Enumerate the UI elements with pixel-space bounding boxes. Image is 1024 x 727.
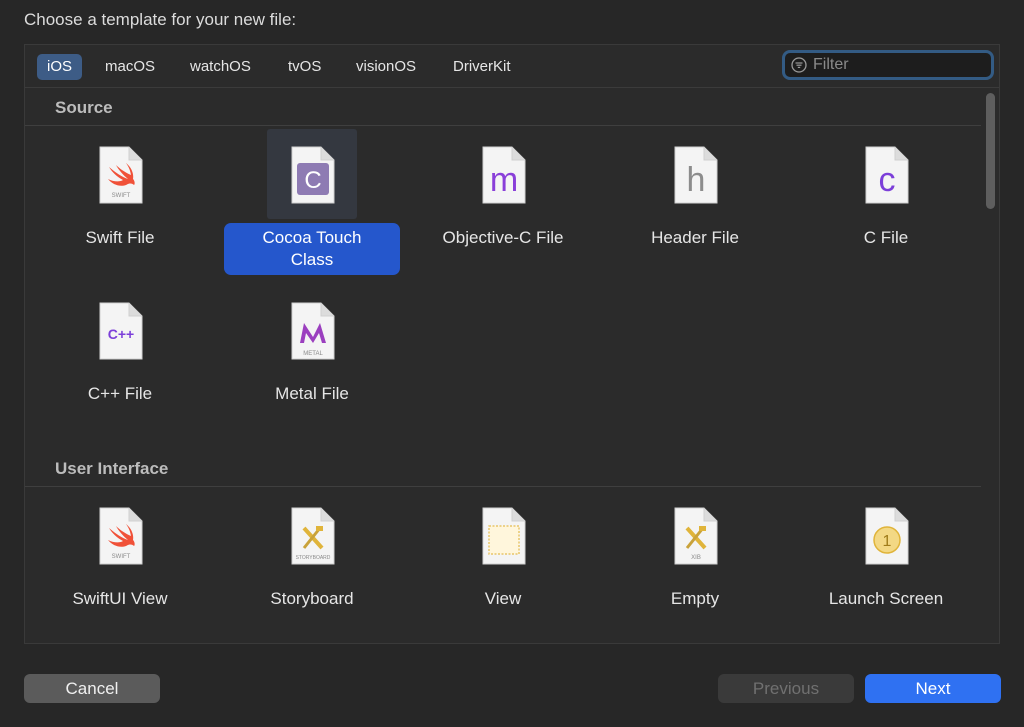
template-item-objective-c-file[interactable]: m Objective-C File bbox=[415, 129, 591, 249]
section-header-user-interface: User Interface bbox=[25, 451, 981, 487]
c-file-icon: c bbox=[865, 146, 909, 204]
template-label: Metal File bbox=[275, 384, 349, 403]
svg-text:SWIFT: SWIFT bbox=[112, 193, 131, 199]
template-icon-wrap: c bbox=[841, 129, 931, 219]
scrollbar-thumb[interactable] bbox=[986, 93, 995, 209]
header-file-icon: h bbox=[674, 146, 718, 204]
svg-text:c: c bbox=[879, 161, 896, 199]
section-header-source: Source bbox=[25, 90, 981, 126]
template-item-c-file[interactable]: c C File bbox=[798, 129, 974, 249]
svg-text:STORYBOARD: STORYBOARD bbox=[296, 555, 331, 561]
template-label: Storyboard bbox=[270, 589, 354, 608]
filter-input[interactable] bbox=[813, 54, 983, 76]
template-icon-wrap: STORYBOARD bbox=[267, 490, 357, 580]
template-label: View bbox=[484, 589, 522, 608]
tab-macos[interactable]: macOS bbox=[95, 54, 165, 80]
tab-watchos[interactable]: watchOS bbox=[180, 54, 261, 80]
template-item-swiftui-view[interactable]: SWIFT SwiftUI View bbox=[32, 490, 208, 610]
cpp-file-icon: C++ bbox=[99, 302, 143, 360]
template-icon-wrap: C bbox=[267, 129, 357, 219]
template-panel: iOS macOS watchOS tvOS visionOS DriverKi… bbox=[24, 44, 1000, 644]
svg-text:METAL: METAL bbox=[303, 351, 323, 357]
storyboard-icon: STORYBOARD bbox=[291, 507, 335, 565]
svg-text:XIB: XIB bbox=[691, 555, 701, 561]
template-label: C++ File bbox=[87, 384, 153, 403]
template-item-empty-xib[interactable]: XIB Empty bbox=[607, 490, 783, 610]
tab-ios[interactable]: iOS bbox=[37, 54, 83, 80]
svg-text:m: m bbox=[490, 161, 518, 199]
cancel-button[interactable]: Cancel bbox=[24, 674, 160, 703]
dialog-title: Choose a template for your new file: bbox=[24, 10, 297, 29]
metal-file-icon: METAL bbox=[291, 302, 335, 360]
template-icon-wrap: h bbox=[650, 129, 740, 219]
platform-tab-bar: iOS macOS watchOS tvOS visionOS DriverKi… bbox=[25, 45, 999, 88]
template-label: Empty bbox=[670, 589, 720, 608]
filter-field[interactable] bbox=[782, 50, 994, 80]
template-icon-wrap bbox=[458, 490, 548, 580]
svg-text:C: C bbox=[304, 167, 321, 194]
template-item-metal-file[interactable]: METAL Metal File bbox=[224, 285, 400, 405]
tab-tvos[interactable]: tvOS bbox=[278, 54, 331, 80]
swift-file-icon: SWIFT bbox=[99, 146, 143, 204]
template-icon-wrap: XIB bbox=[650, 490, 740, 580]
template-item-cocoa-touch-class[interactable]: C Cocoa Touch Class bbox=[224, 129, 400, 275]
template-label: Cocoa Touch Class bbox=[224, 223, 400, 275]
template-label: SwiftUI View bbox=[72, 589, 168, 608]
svg-text:SWIFT: SWIFT bbox=[112, 554, 131, 560]
template-icon-wrap: C++ bbox=[75, 285, 165, 375]
objective-c-file-icon: m bbox=[482, 146, 526, 204]
svg-text:h: h bbox=[687, 161, 706, 199]
empty-xib-icon: XIB bbox=[674, 507, 718, 565]
template-icon-wrap: 1 bbox=[841, 490, 931, 580]
template-item-cpp-file[interactable]: C++ C++ File bbox=[32, 285, 208, 405]
template-item-header-file[interactable]: h Header File bbox=[607, 129, 783, 249]
template-icon-wrap: METAL bbox=[267, 285, 357, 375]
svg-text:1: 1 bbox=[883, 533, 892, 550]
tab-visionos[interactable]: visionOS bbox=[346, 54, 426, 80]
svg-text:C++: C++ bbox=[108, 326, 134, 342]
template-icon-wrap: SWIFT bbox=[75, 129, 165, 219]
tab-driverkit[interactable]: DriverKit bbox=[443, 54, 521, 80]
template-icon-wrap: m bbox=[458, 129, 548, 219]
template-label: Swift File bbox=[85, 228, 155, 247]
template-label: Objective-C File bbox=[442, 228, 564, 247]
template-item-view[interactable]: View bbox=[415, 490, 591, 610]
template-icon-wrap: SWIFT bbox=[75, 490, 165, 580]
template-label: C File bbox=[863, 228, 909, 247]
template-item-launch-screen[interactable]: 1 Launch Screen bbox=[798, 490, 974, 610]
launch-screen-icon: 1 bbox=[865, 507, 909, 565]
template-label: Launch Screen bbox=[828, 589, 944, 608]
swiftui-view-icon: SWIFT bbox=[99, 507, 143, 565]
filter-icon bbox=[791, 57, 807, 73]
previous-button[interactable]: Previous bbox=[718, 674, 854, 703]
cocoa-touch-class-icon: C bbox=[291, 146, 335, 204]
template-label: Header File bbox=[651, 228, 739, 247]
next-button[interactable]: Next bbox=[865, 674, 1001, 703]
template-item-swift-file[interactable]: SWIFT Swift File bbox=[32, 129, 208, 249]
view-icon bbox=[482, 507, 526, 565]
template-item-storyboard[interactable]: STORYBOARD Storyboard bbox=[224, 490, 400, 610]
